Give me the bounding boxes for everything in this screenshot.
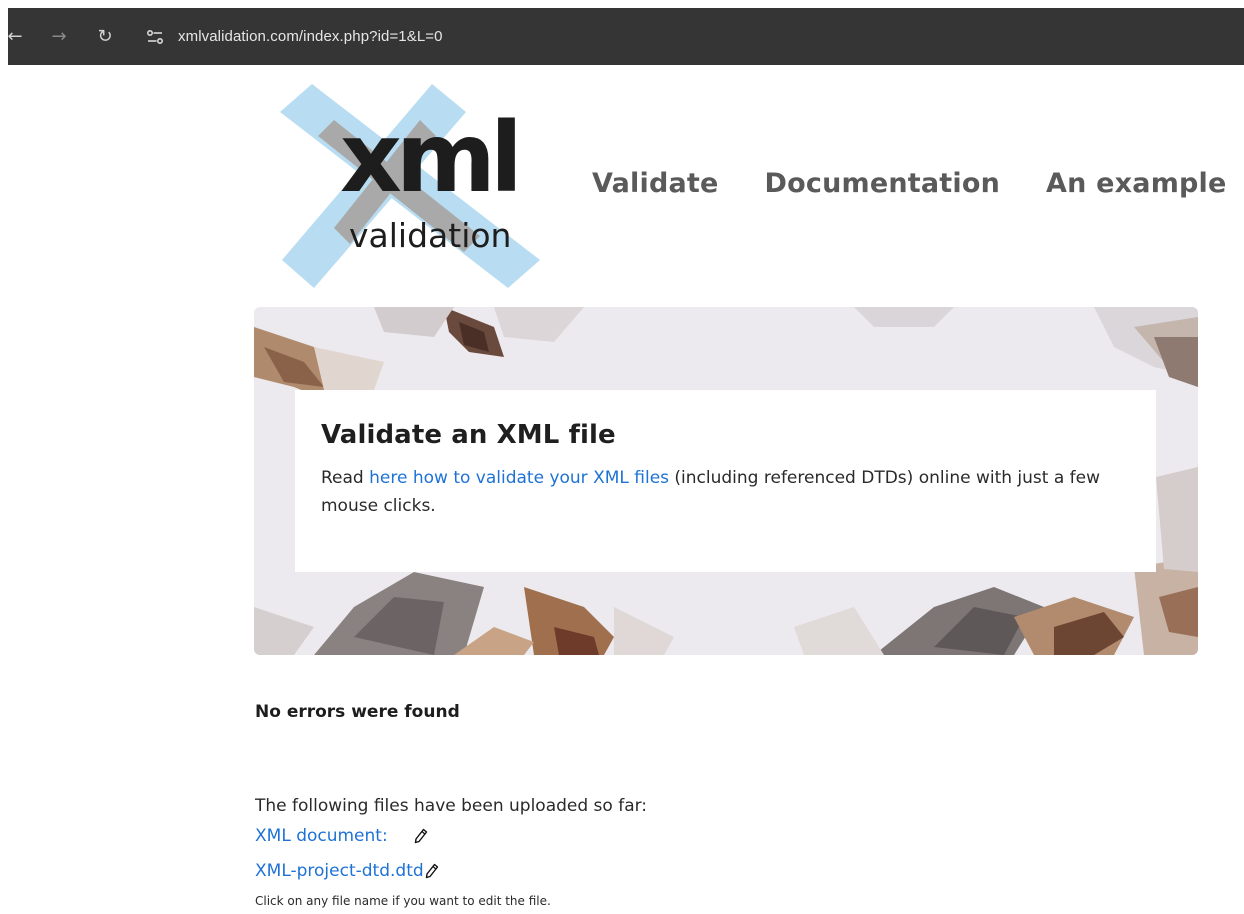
address-bar-url[interactable]: xmlvalidation.com/index.php?id=1&L=0	[178, 28, 443, 45]
file-link-xml-document[interactable]: XML document:	[255, 826, 388, 846]
validation-status: No errors were found	[255, 702, 460, 722]
file-row: XML-project-dtd.dtd	[255, 861, 439, 881]
nav-validate-link[interactable]: Validate	[592, 168, 719, 199]
browser-toolbar: ← → ↻ xmlvalidation.com/index.php?id=1&L…	[7, 8, 1244, 65]
arrow-left-icon[interactable]: ←	[2, 24, 28, 50]
how-to-validate-link[interactable]: here how to validate your XML files	[369, 468, 669, 488]
hero-text-before: Read	[321, 468, 370, 488]
main-navigation: Validate Documentation An example	[592, 168, 1227, 199]
hero-card: Validate an XML file Read here how to va…	[295, 390, 1156, 572]
arrow-right-icon[interactable]: →	[46, 24, 72, 50]
logo-subtitle: validation	[349, 216, 512, 255]
file-row: XML document:	[255, 826, 428, 846]
hero-title: Validate an XML file	[321, 420, 616, 450]
uploaded-files-label: The following files have been uploaded s…	[255, 796, 648, 816]
file-link-dtd[interactable]: XML-project-dtd.dtd	[255, 861, 424, 881]
hero-banner: Validate an XML file Read here how to va…	[254, 307, 1198, 655]
nav-example-link[interactable]: An example	[1046, 168, 1227, 199]
nav-documentation-link[interactable]: Documentation	[765, 168, 1001, 199]
reload-icon[interactable]: ↻	[92, 24, 118, 50]
pencil-icon[interactable]	[425, 863, 439, 879]
logo-wordmark: xml	[340, 102, 523, 214]
site-settings-icon[interactable]	[144, 26, 166, 48]
pencil-icon[interactable]	[414, 828, 428, 844]
edit-hint-text: Click on any file name if you want to ed…	[255, 894, 551, 908]
hero-text: Read here how to validate your XML files…	[321, 464, 1130, 520]
